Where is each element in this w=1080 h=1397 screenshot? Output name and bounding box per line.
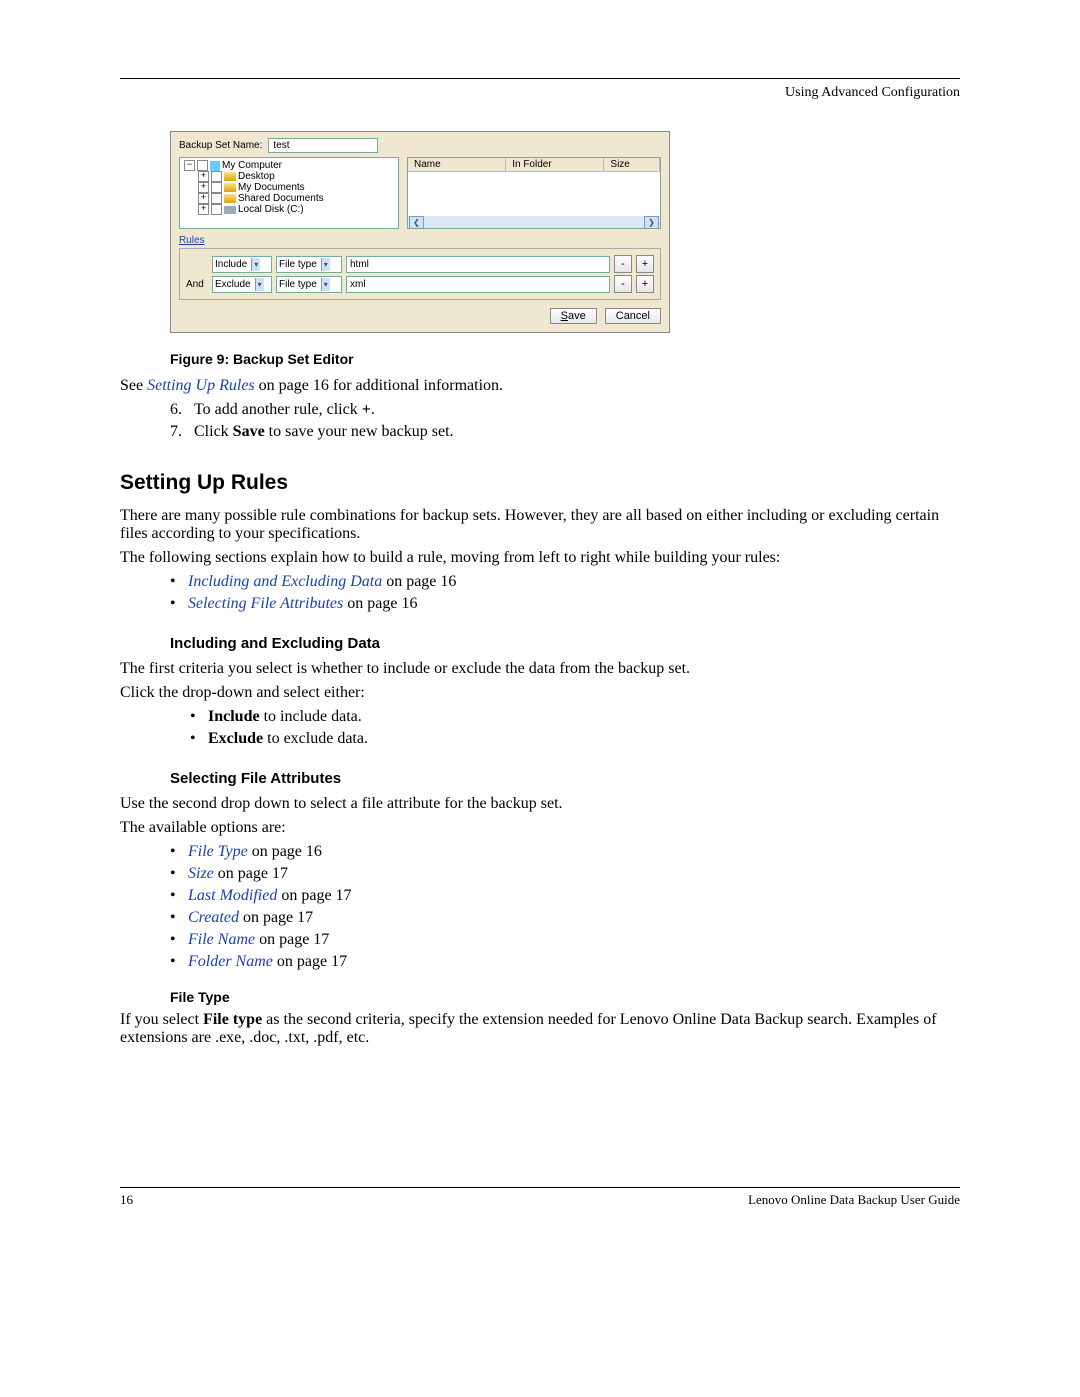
cancel-button[interactable]: Cancel <box>605 308 661 324</box>
tree-item[interactable]: Shared Documents <box>238 193 324 204</box>
bullet: •Created on page 17 <box>170 909 960 927</box>
remove-rule-button[interactable]: - <box>614 275 632 293</box>
tree-item[interactable]: My Documents <box>238 182 305 193</box>
paragraph: The first criteria you select is whether… <box>120 660 960 678</box>
attribute-dropdown[interactable]: File type▾ <box>276 256 342 273</box>
link-last-modified[interactable]: Last Modified <box>188 887 277 904</box>
figure-caption: Figure 9: Backup Set Editor <box>170 351 960 367</box>
expand-icon[interactable]: + <box>198 204 209 215</box>
folder-icon <box>224 194 236 203</box>
heading-file-type: File Type <box>170 989 960 1005</box>
tree-root[interactable]: My Computer <box>222 160 282 171</box>
col-size[interactable]: Size <box>604 158 660 171</box>
paragraph: Click the drop-down and select either: <box>120 684 960 702</box>
folder-icon <box>224 172 236 181</box>
see-reference: See Setting Up Rules on page 16 for addi… <box>120 377 960 395</box>
scroll-right-icon[interactable]: ❯ <box>644 216 659 229</box>
folder-tree[interactable]: −My Computer +Desktop +My Documents +Sha… <box>179 157 399 229</box>
remove-rule-button[interactable]: - <box>614 255 632 273</box>
add-rule-button[interactable]: + <box>636 255 654 273</box>
paragraph: The available options are: <box>120 819 960 837</box>
add-rule-button[interactable]: + <box>636 275 654 293</box>
footer-title: Lenovo Online Data Backup User Guide <box>748 1192 960 1208</box>
link-selecting-file-attributes[interactable]: Selecting File Attributes <box>188 595 343 612</box>
save-button[interactable]: Save <box>550 308 597 324</box>
drive-icon <box>224 206 236 214</box>
bullet: •Last Modified on page 17 <box>170 887 960 905</box>
heading-selecting-file-attributes: Selecting File Attributes <box>170 770 960 787</box>
heading-including-excluding: Including and Excluding Data <box>170 635 960 652</box>
file-list[interactable]: Name In Folder Size ❮ ❯ <box>407 157 661 229</box>
bullet: •Folder Name on page 17 <box>170 953 960 971</box>
chevron-down-icon: ▾ <box>255 278 264 291</box>
rules-box: Include▾ File type▾ html - + And Exclude… <box>179 248 661 300</box>
bullet: •Size on page 17 <box>170 865 960 883</box>
paragraph: If you select File type as the second cr… <box>120 1011 960 1047</box>
rules-group-label: Rules <box>179 235 661 246</box>
horizontal-scrollbar[interactable]: ❮ ❯ <box>408 216 660 228</box>
chevron-down-icon: ▾ <box>321 258 330 271</box>
rule-row: And Exclude▾ File type▾ xml - + <box>186 275 654 293</box>
collapse-icon[interactable]: − <box>184 160 195 171</box>
link-size[interactable]: Size <box>188 865 214 882</box>
computer-icon <box>210 161 220 171</box>
heading-setting-up-rules: Setting Up Rules <box>120 471 960 495</box>
tree-item[interactable]: Local Disk (C:) <box>238 204 304 215</box>
rule-conjunction: And <box>186 279 208 290</box>
link-setting-up-rules[interactable]: Setting Up Rules <box>147 377 255 394</box>
attribute-dropdown[interactable]: File type▾ <box>276 276 342 293</box>
backup-set-name-label: Backup Set Name: <box>179 140 262 151</box>
include-exclude-dropdown[interactable]: Include▾ <box>212 256 272 273</box>
backup-set-editor-screenshot: Backup Set Name: test − My Computer + Desk… <box>170 131 670 333</box>
link-file-type[interactable]: File Type <box>188 843 248 860</box>
folder-icon <box>224 183 236 192</box>
paragraph: The following sections explain how to bu… <box>120 549 960 567</box>
page-number: 16 <box>120 1192 133 1208</box>
backup-set-name-input[interactable]: test <box>268 138 378 153</box>
chevron-down-icon: ▾ <box>321 278 330 291</box>
bullet: •Include to include data. <box>190 708 960 726</box>
tree-item[interactable]: Desktop <box>238 171 275 182</box>
rule-value-input[interactable]: html <box>346 256 610 273</box>
link-including-excluding[interactable]: Including and Excluding Data <box>188 573 382 590</box>
bullet: •File Name on page 17 <box>170 931 960 949</box>
header-section-label: Using Advanced Configuration <box>120 85 960 101</box>
rule-value-input[interactable]: xml <box>346 276 610 293</box>
col-name[interactable]: Name <box>408 158 506 171</box>
paragraph: Use the second drop down to select a fil… <box>120 795 960 813</box>
link-file-name[interactable]: File Name <box>188 931 255 948</box>
link-folder-name[interactable]: Folder Name <box>188 953 273 970</box>
bullet: •Including and Excluding Data on page 16 <box>170 573 960 591</box>
scroll-left-icon[interactable]: ❮ <box>409 216 424 229</box>
rule-row: Include▾ File type▾ html - + <box>186 255 654 273</box>
step-7: 7. Click Save to save your new backup se… <box>170 423 960 441</box>
bullet: •Exclude to exclude data. <box>190 730 960 748</box>
bullet: •Selecting File Attributes on page 16 <box>170 595 960 613</box>
include-exclude-dropdown[interactable]: Exclude▾ <box>212 276 272 293</box>
link-created[interactable]: Created <box>188 909 239 926</box>
col-infolder[interactable]: In Folder <box>506 158 604 171</box>
chevron-down-icon: ▾ <box>251 258 260 271</box>
bullet: •File Type on page 16 <box>170 843 960 861</box>
step-6: 6. To add another rule, click +. <box>170 401 960 419</box>
paragraph: There are many possible rule combination… <box>120 507 960 543</box>
